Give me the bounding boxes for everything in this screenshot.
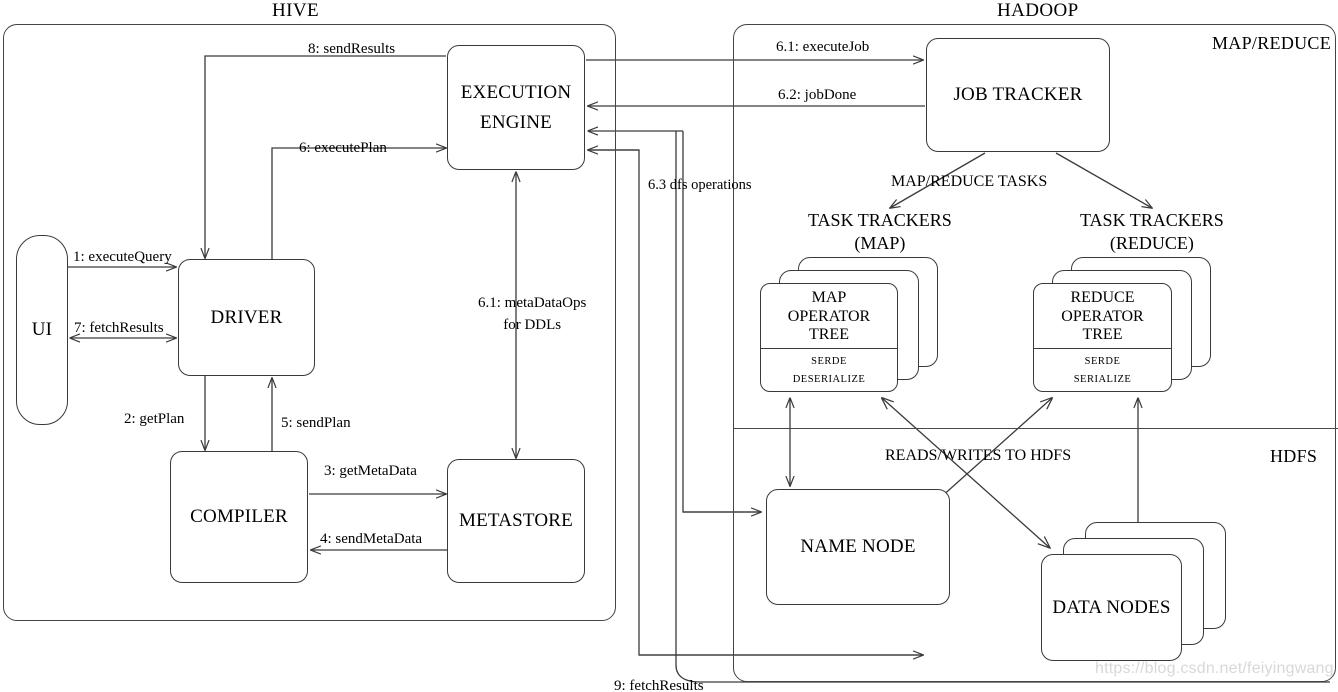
- node-map-operator-tree[interactable]: MAP OPERATOR TREE SERDE DESERIALIZE: [760, 283, 898, 392]
- reduce-serde-label-2: SERIALIZE: [1073, 373, 1132, 385]
- reduce-serde-section: SERDE SERIALIZE: [1034, 349, 1171, 391]
- node-metastore[interactable]: METASTORE: [447, 459, 585, 583]
- edge-label-execute-plan: 6: executePlan: [299, 140, 387, 156]
- label-task-trackers-map: TASK TRACKERS (MAP): [808, 210, 952, 254]
- map-serde-section: SERDE DESERIALIZE: [761, 349, 897, 391]
- edge-label-fetch-results: 7: fetchResults: [74, 320, 164, 336]
- edge-label-reads-writes-hdfs: READS/WRITES TO HDFS: [885, 447, 1072, 464]
- edge-label-dfs-operations: 6.3 dfs operations: [648, 177, 752, 193]
- node-execution-engine-label: EXECUTION ENGINE: [460, 82, 572, 133]
- reduce-serde-label-1: SERDE: [1084, 355, 1121, 367]
- node-ui[interactable]: UI: [16, 235, 68, 425]
- node-compiler[interactable]: COMPILER: [170, 451, 308, 583]
- hdfs-divider: [733, 428, 1338, 429]
- label-task-trackers-reduce: TASK TRACKERS (REDUCE): [1080, 210, 1224, 254]
- node-compiler-label: COMPILER: [190, 506, 288, 528]
- edge-label-get-metadata: 3: getMetaData: [324, 463, 417, 479]
- architecture-diagram: HIVE HADOOP MAP/REDUCE HDFS UI DRIVER CO…: [0, 0, 1338, 692]
- edge-label-map-reduce-tasks: MAP/REDUCE TASKS: [891, 173, 1048, 190]
- edge-label-job-done: 6.2: jobDone: [778, 87, 857, 103]
- edge-label-fetch-results-9: 9: fetchResults: [614, 678, 704, 692]
- node-driver-label: DRIVER: [210, 306, 283, 328]
- node-driver[interactable]: DRIVER: [178, 259, 315, 376]
- node-job-tracker-label: JOB TRACKER: [953, 84, 1083, 106]
- node-job-tracker[interactable]: JOB TRACKER: [926, 38, 1110, 152]
- map-operator-tree-title: MAP OPERATOR TREE: [761, 284, 897, 349]
- edge-label-send-results: 8: sendResults: [308, 41, 396, 57]
- node-metastore-label: METASTORE: [459, 510, 573, 532]
- map-serde-label-1: SERDE: [811, 355, 847, 367]
- node-name-node-label: NAME NODE: [800, 536, 916, 558]
- hive-panel-title: HIVE: [272, 0, 319, 21]
- edge-label-get-plan: 2: getPlan: [124, 411, 185, 427]
- edge-label-send-metadata: 4: sendMetaData: [320, 531, 423, 547]
- node-data-nodes[interactable]: DATA NODES: [1041, 554, 1182, 661]
- edge-label-metadata-ops: 6.1: metaDataOps for DDLs: [478, 295, 587, 333]
- node-reduce-operator-tree[interactable]: REDUCE OPERATOR TREE SERDE SERIALIZE: [1033, 283, 1172, 392]
- node-execution-engine[interactable]: EXECUTION ENGINE: [447, 45, 585, 170]
- hadoop-panel-title: HADOOP: [997, 0, 1079, 21]
- map-serde-label-2: DESERIALIZE: [792, 373, 866, 385]
- node-name-node[interactable]: NAME NODE: [766, 489, 950, 605]
- hdfs-region-tag: HDFS: [1270, 446, 1318, 466]
- mapreduce-region-tag: MAP/REDUCE: [1212, 33, 1332, 53]
- edge-label-execute-query: 1: executeQuery: [73, 249, 172, 265]
- edge-label-execute-job: 6.1: executeJob: [776, 39, 870, 55]
- source-watermark: https://blog.csdn.net/feiyingwang: [1095, 660, 1334, 677]
- reduce-operator-tree-title: REDUCE OPERATOR TREE: [1034, 284, 1171, 349]
- edge-label-send-plan: 5: sendPlan: [281, 415, 351, 431]
- node-ui-label: UI: [31, 319, 53, 341]
- node-data-nodes-label: DATA NODES: [1052, 596, 1171, 618]
- edge-fetch-results-9-riser: [675, 131, 701, 683]
